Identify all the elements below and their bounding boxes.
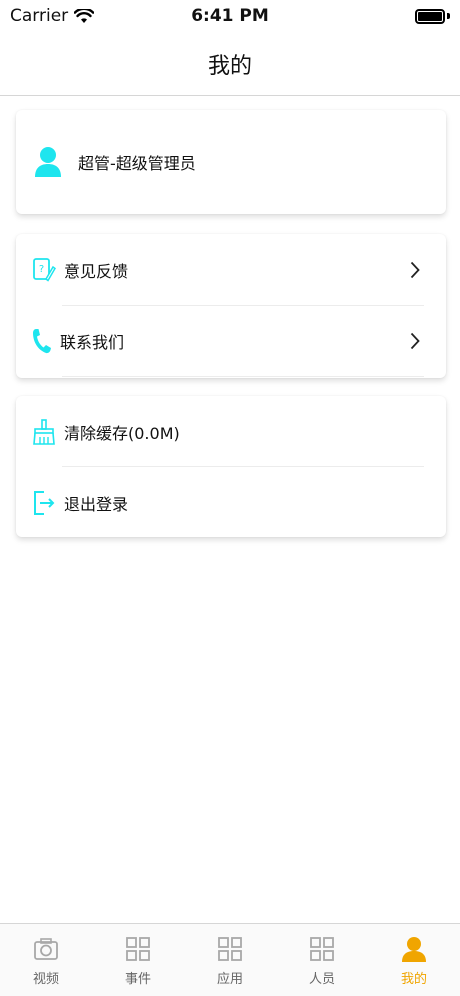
- logout-label: 退出登录: [64, 494, 129, 514]
- grid-icon: [217, 936, 243, 962]
- tab-events[interactable]: 事件: [92, 924, 184, 996]
- logout-icon: [32, 490, 56, 516]
- grid-icon: [309, 936, 335, 962]
- tab-label: 我的: [400, 972, 427, 987]
- tab-label: 视频: [32, 972, 59, 987]
- tab-mine[interactable]: 我的: [368, 924, 460, 996]
- tab-label: 应用: [216, 972, 243, 987]
- page-title: 我的: [207, 53, 252, 79]
- clear-cache-row[interactable]: 清除缓存(0.0M): [16, 396, 446, 467]
- logout-row[interactable]: 退出登录: [16, 467, 446, 538]
- feedback-row[interactable]: ? 意见反馈: [16, 234, 446, 305]
- user-icon: [34, 146, 62, 178]
- contact-label: 联系我们: [60, 332, 125, 352]
- phone-icon: [32, 328, 52, 354]
- grid-icon: [125, 936, 151, 962]
- contact-row[interactable]: 联系我们: [16, 305, 446, 376]
- menu-group-account: 清除缓存(0.0M) 退出登录: [16, 396, 446, 537]
- status-bar: Carrier 6:41 PM: [0, 0, 460, 32]
- feedback-label: 意见反馈: [64, 261, 129, 281]
- camera-icon: [33, 936, 59, 962]
- tab-label: 事件: [124, 972, 151, 987]
- nav-bar: 我的: [0, 32, 460, 96]
- chevron-right-icon: [410, 332, 420, 350]
- tab-video[interactable]: 视频: [0, 924, 92, 996]
- content: 超管-超级管理员 ? 意见反馈 联系我们 清除缓存(0.0M) 退出登录: [0, 97, 460, 923]
- svg-text:?: ?: [39, 264, 44, 275]
- tab-label: 人员: [308, 972, 335, 987]
- feedback-icon: ?: [32, 257, 56, 283]
- tab-apps[interactable]: 应用: [184, 924, 276, 996]
- menu-group-feedback: ? 意见反馈 联系我们: [16, 234, 446, 378]
- broom-icon: [32, 418, 56, 445]
- screen: Carrier 6:41 PM 我的 超管-超级管理员 ? 意见反馈 联系我们 …: [0, 0, 460, 996]
- chevron-right-icon: [410, 261, 420, 279]
- divider: [62, 376, 424, 377]
- status-time: 6:41 PM: [191, 6, 269, 26]
- clear-cache-label: 清除缓存(0.0M): [64, 423, 180, 443]
- profile-name: 超管-超级管理员: [78, 154, 196, 173]
- profile-card[interactable]: 超管-超级管理员: [16, 110, 446, 214]
- user-icon: [401, 936, 427, 962]
- tab-bar: 视频 事件 应用 人员 我的: [0, 923, 460, 996]
- tab-personnel[interactable]: 人员: [276, 924, 368, 996]
